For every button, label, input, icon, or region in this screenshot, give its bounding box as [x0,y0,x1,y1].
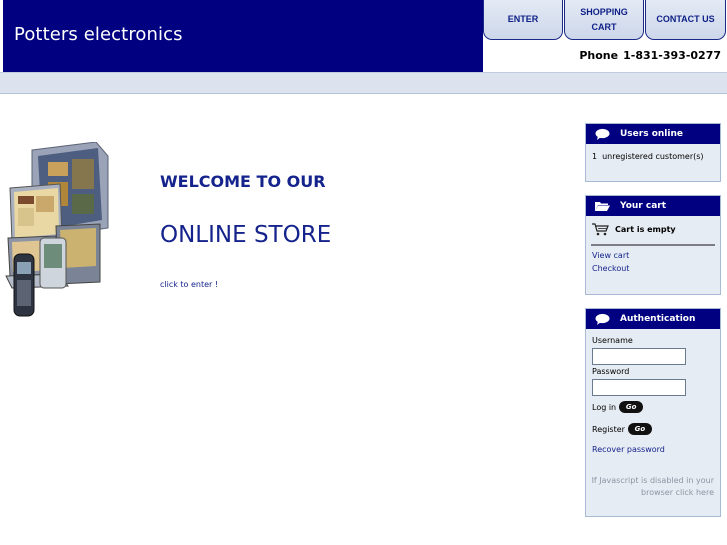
users-online-text: 1 unregistered customer(s) [592,152,704,161]
password-label: Password [592,367,630,376]
login-label: Log in [592,402,617,412]
nav-enter-label: ENTER [507,14,539,24]
nav-enter-button[interactable]: ENTER [483,0,563,40]
cart-divider [591,244,715,246]
enter-store-link[interactable]: click to enter ! [160,280,218,289]
authentication-header: Authentication [586,309,720,329]
cart-status-text: Cart is empty [615,225,676,234]
nav-shopping-cart-label: SHOPPING CART [580,6,628,32]
users-online-count: 1 [592,152,598,161]
online-store-heading: ONLINE STORE [160,222,332,248]
shopping-cart-icon [592,223,609,236]
speech-bubble-icon [595,313,610,325]
nav-contact-button[interactable]: CONTACT US [645,0,726,40]
brand-banner: Potters electronics [3,0,483,72]
username-label: Username [592,336,633,345]
your-cart-title: Your cart [620,201,667,211]
phone-number: 1-831-393-0277 [623,49,721,62]
username-input[interactable] [592,348,686,365]
register-label: Register [592,424,625,434]
view-cart-link[interactable]: View cart [592,251,629,260]
your-cart-box: Your cart Cart is empty View cart Checko… [585,195,721,295]
welcome-heading: WELCOME TO OUR [160,172,326,191]
speech-bubble-icon [595,128,610,140]
users-online-header: Users online [586,124,720,144]
nav-shopping-cart-button[interactable]: SHOPPING CART [564,0,644,40]
nav-contact-label: CONTACT US [656,14,715,24]
folder-icon [595,202,610,211]
password-input[interactable] [592,379,686,396]
cart-status: Cart is empty [592,223,676,236]
authentication-title: Authentication [620,314,696,324]
brand-title: Potters electronics [14,24,183,45]
login-go-button[interactable]: Go [619,401,644,413]
register-row: Register Go [592,423,652,435]
top-divider-bar [0,72,727,94]
users-online-box: Users online 1 unregistered customer(s) [585,123,721,182]
users-online-title: Users online [620,129,683,139]
phone-label: Phone [579,49,619,62]
register-go-button[interactable]: Go [627,423,652,435]
users-online-desc: unregistered customer(s) [602,152,704,161]
login-row: Log in Go [592,401,644,413]
authentication-box: Authentication Username Password Log in … [585,308,721,517]
recover-password-link[interactable]: Recover password [592,445,665,454]
javascript-disabled-note[interactable]: If Javascript is disabled in your browse… [589,475,714,499]
phone-info: Phone 1-831-393-0277 [579,49,721,62]
electronics-devices-image [5,142,109,317]
checkout-link[interactable]: Checkout [592,264,629,273]
your-cart-header: Your cart [586,196,720,216]
